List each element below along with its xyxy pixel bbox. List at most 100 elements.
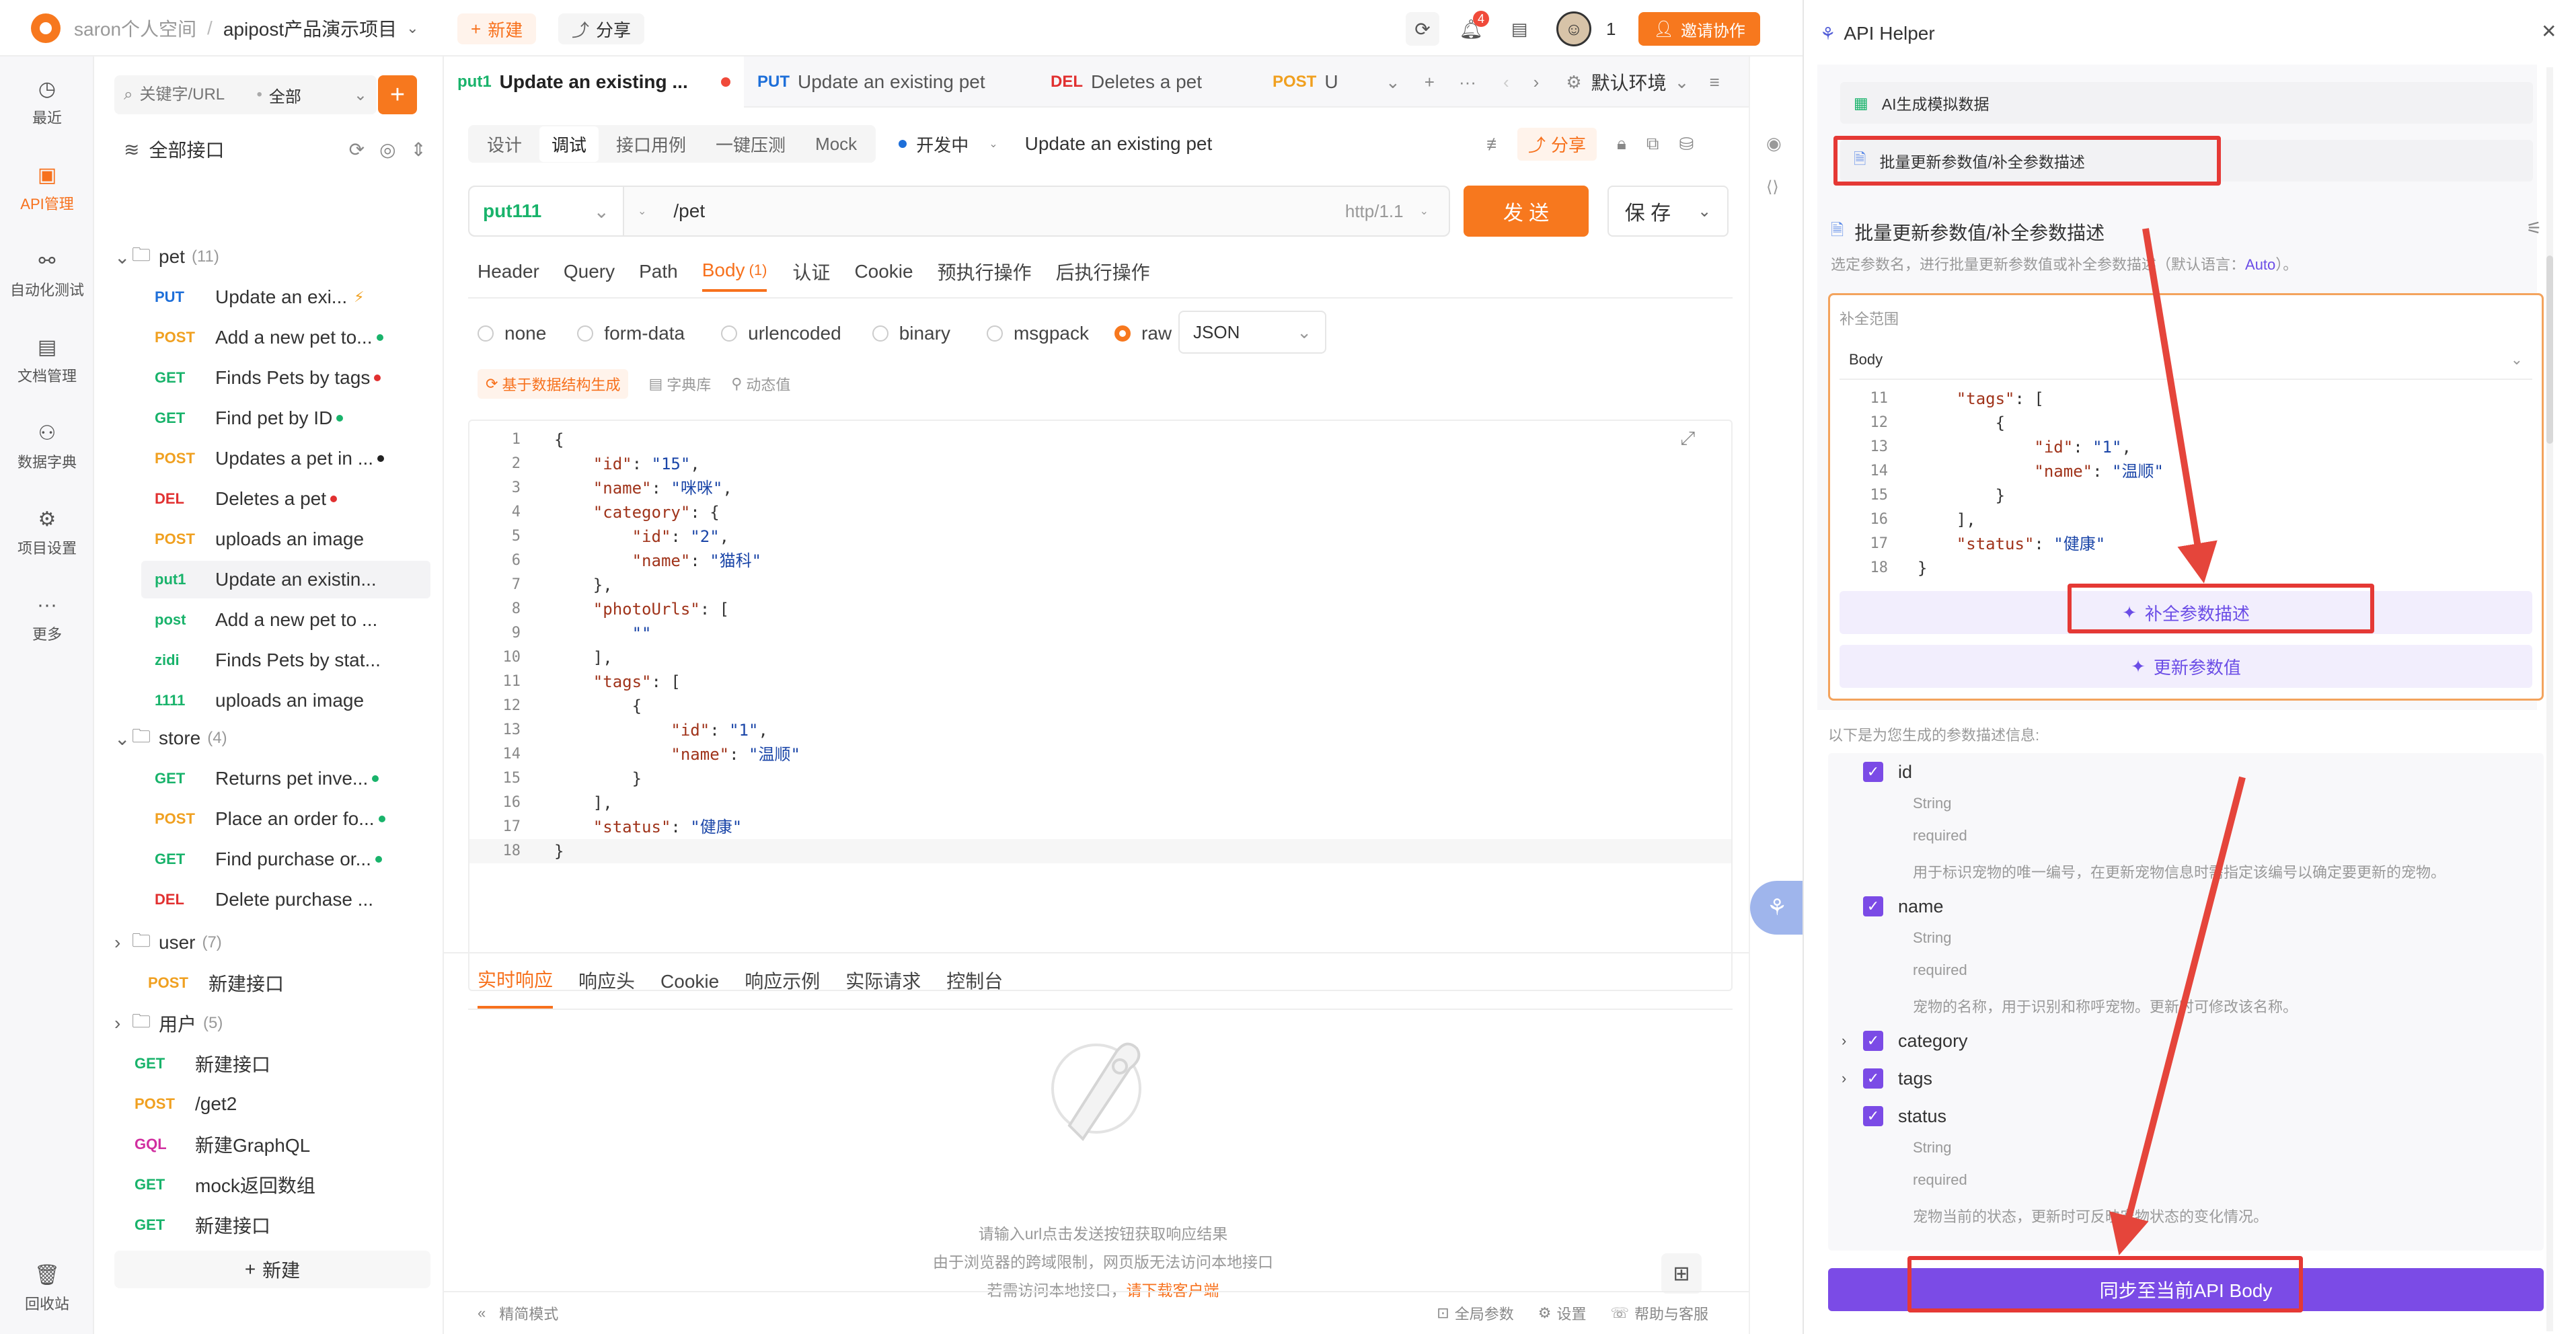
param-tab[interactable]: 预执行操作 <box>938 251 1032 292</box>
chevron-right-icon[interactable]: › <box>1533 72 1540 93</box>
tree-item[interactable]: GET mock返回数组 <box>121 1166 430 1204</box>
save-icon[interactable]: ⛁ <box>1679 134 1694 155</box>
nav-api-management[interactable]: ▣ API管理 <box>0 160 94 214</box>
mode-tab[interactable]: 一键压测 <box>704 126 798 162</box>
tree-item[interactable]: GQL 新建GraphQL <box>121 1126 430 1163</box>
tree-item[interactable]: GET Returns pet inve... <box>141 760 430 797</box>
dictionary-button[interactable]: ▤ 字典库 <box>648 373 711 395</box>
help-button[interactable]: ☏ 帮助与客服 <box>1610 1302 1708 1324</box>
body-type-radio[interactable]: binary <box>872 323 950 344</box>
body-format-select[interactable]: JSON ⌄ <box>1178 311 1326 354</box>
bell-icon[interactable]: 🔔︎ 4 <box>1454 11 1489 46</box>
nav-project-settings[interactable]: ⚙ 项目设置 <box>0 504 94 558</box>
tree-item[interactable]: GET Finds Pets by tags <box>141 359 430 397</box>
save-button[interactable]: 保 存 ⌄ <box>1607 186 1729 237</box>
lock-icon[interactable]: 🔒︎ <box>1617 133 1626 155</box>
tree-item[interactable]: put1 Update an existin... <box>141 561 430 598</box>
param-tab[interactable]: Query <box>564 251 615 292</box>
nav-trash[interactable]: 🗑︎ 回收站 <box>0 1260 94 1314</box>
body-code-editor[interactable]: 1{2 "id": "15", 3 "name": "咪咪", 4 "categor… <box>468 420 1733 991</box>
tree-item[interactable]: GET 新建接口 <box>121 1206 430 1244</box>
locate-icon[interactable]: ◎ <box>379 139 395 161</box>
generate-from-schema-button[interactable]: ⟳ 基于数据结构生成 <box>478 369 629 399</box>
send-button[interactable]: 发 送 <box>1464 186 1589 237</box>
expand-icon[interactable]: ⤢ <box>1680 428 1695 450</box>
tree-item[interactable]: post Add a new pet to ... <box>141 601 430 639</box>
param-tab[interactable]: 后执行操作 <box>1056 251 1150 292</box>
tab-request[interactable]: POST U <box>1259 56 1367 108</box>
response-tab[interactable]: 响应头 <box>578 956 635 1007</box>
tree-item[interactable]: POST uploads an image <box>141 520 430 558</box>
share-project-button[interactable]: ⤴ 分享 <box>558 13 645 44</box>
tree-item[interactable]: POST/get2 <box>121 1085 430 1123</box>
nav-automation[interactable]: ⚯ 自动化测试 <box>0 246 94 300</box>
url-input[interactable]: /pet <box>673 200 705 222</box>
filter-select[interactable]: 全部 <box>269 83 301 107</box>
dynamic-value-button[interactable]: ⚲ 动态值 <box>731 373 790 395</box>
avatar[interactable]: ☺ <box>1556 11 1591 46</box>
mode-tab[interactable]: 接口用例 <box>604 126 698 162</box>
folder-user[interactable]: › 🗀︎ user (7) <box>114 924 430 962</box>
response-tab[interactable]: 实时响应 <box>478 955 554 1009</box>
env-settings-icon[interactable]: ⚙ <box>1566 72 1581 93</box>
body-type-radio[interactable]: none <box>478 323 546 344</box>
param-tab[interactable]: Cookie <box>854 251 913 292</box>
status-select[interactable]: 开发中 <box>916 132 969 157</box>
body-type-radio[interactable]: raw <box>1114 323 1172 344</box>
param-tab[interactable]: Path <box>639 251 678 292</box>
refresh-icon[interactable]: ⟳ <box>349 139 365 161</box>
add-api-button[interactable]: + <box>378 75 417 114</box>
tab-request[interactable]: put1 Update an existing ... <box>444 56 744 108</box>
chevron-down-icon[interactable]: ⌄ <box>406 19 418 37</box>
param-tab[interactable]: 认证 <box>792 251 830 292</box>
body-type-radio[interactable]: form-data <box>577 323 685 344</box>
param-tab[interactable]: Header <box>478 251 539 292</box>
protocol-select[interactable]: http/1.1 <box>1345 201 1404 222</box>
tree-item[interactable]: DEL Deletes a pet <box>141 480 430 518</box>
chevron-down-icon[interactable]: ⌄ <box>638 204 646 218</box>
response-tab[interactable]: Cookie <box>660 956 719 1007</box>
chevron-down-icon[interactable]: ⌄ <box>1386 72 1400 93</box>
refresh-icon[interactable]: ⟳ <box>1406 12 1439 46</box>
tree-item[interactable]: GET Find pet by ID <box>141 399 430 437</box>
body-type-radio[interactable]: msgpack <box>986 323 1089 344</box>
tree-item[interactable]: GET 新建接口 <box>121 1045 430 1083</box>
tree-item[interactable]: POST 新建接口 <box>148 964 464 1002</box>
global-params-button[interactable]: ⊡ 全局参数 <box>1437 1302 1513 1324</box>
tree-item[interactable]: POST Updates a pet in ... <box>141 440 430 477</box>
message-icon[interactable]: ▤ <box>1503 12 1536 46</box>
tree-search[interactable]: ⌕ • 全部 ⌄ <box>114 75 377 114</box>
env-select[interactable]: 默认环境 <box>1591 69 1667 95</box>
collapse-icon[interactable]: ⇕ <box>411 139 426 161</box>
api-helper-toggle-icon[interactable]: ⚘ <box>1750 881 1804 935</box>
nav-docs[interactable]: ▤ 文档管理 <box>0 332 94 386</box>
more-icon[interactable]: ··· <box>1459 72 1476 93</box>
folder-pet[interactable]: ⌄ 🗀︎ pet (11) <box>114 238 430 276</box>
format-icon[interactable]: ≢ <box>1486 134 1504 155</box>
project-name[interactable]: apipost产品演示项目 <box>223 15 397 42</box>
nav-more[interactable]: ··· 更多 <box>0 590 94 644</box>
nav-recent[interactable]: ◷ 最近 <box>0 74 94 128</box>
invite-button[interactable]: 👤︎ 邀请协作 <box>1638 12 1760 46</box>
response-tab[interactable]: 实际请求 <box>845 956 921 1007</box>
menu-icon[interactable]: ≡ <box>1709 72 1719 93</box>
api-name-input[interactable]: Update an existing pet <box>1025 133 1213 155</box>
simple-mode-button[interactable]: 精简模式 <box>499 1302 558 1324</box>
tree-item[interactable]: PUT Update an exi... ⚡ <box>141 278 430 316</box>
chevron-left-icon[interactable]: ‹ <box>1503 72 1509 93</box>
code-icon[interactable]: ⟨⟩ <box>1766 178 1779 197</box>
folder-store[interactable]: ⌄ 🗀︎ store (4) <box>114 719 430 757</box>
nav-dictionary[interactable]: ⚇ 数据字典 <box>0 418 94 472</box>
tree-item[interactable]: GET Find purchase or... <box>141 840 430 878</box>
param-tab[interactable]: Body (1) <box>702 251 767 292</box>
tree-item[interactable]: 1111 uploads an image <box>141 682 430 719</box>
mode-tab[interactable]: Mock <box>803 128 869 160</box>
plus-icon[interactable]: + <box>1425 72 1435 93</box>
method-select[interactable]: put111 ⌄ <box>469 187 624 235</box>
tree-item[interactable]: DEL Delete purchase ... <box>141 881 430 918</box>
mode-tab[interactable]: 设计 <box>475 126 534 162</box>
layout-toggle-icon[interactable]: ⊞ <box>1661 1253 1702 1294</box>
share-api-button[interactable]: ⤴ 分享 <box>1517 127 1597 161</box>
workspace-name[interactable]: saron个人空间 <box>74 15 196 42</box>
response-tab[interactable]: 响应示例 <box>745 956 820 1007</box>
